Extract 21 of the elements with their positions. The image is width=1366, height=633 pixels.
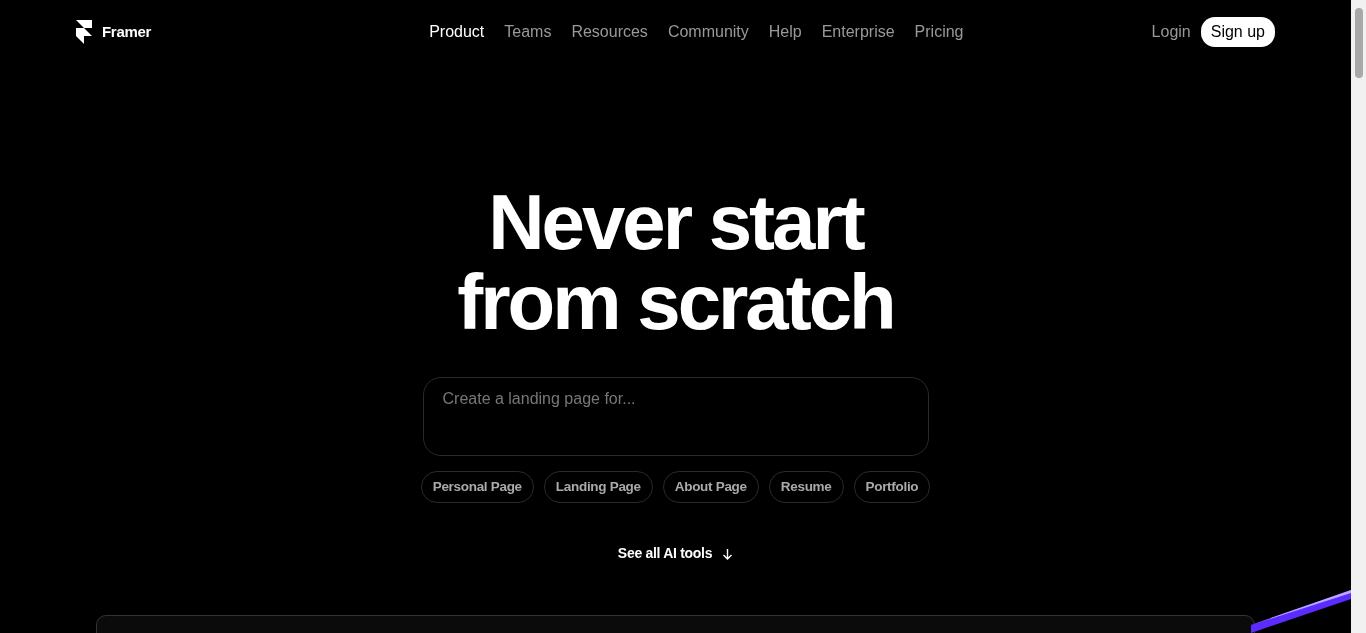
nav-link[interactable]: Resources <box>571 20 648 44</box>
arrow-down-icon <box>722 547 734 560</box>
nav-link[interactable]: Product <box>429 20 485 44</box>
nav-link[interactable]: Teams <box>504 20 552 44</box>
see-all-link[interactable]: See all AI tools <box>617 543 713 565</box>
brand-name[interactable]: Framer <box>102 20 152 44</box>
suggestion-chip[interactable]: Personal Page <box>420 471 534 504</box>
nav-link[interactable]: Community <box>667 20 749 44</box>
logo-icon[interactable] <box>76 20 92 44</box>
nav-link[interactable]: Enterprise <box>821 20 895 44</box>
hero-title: Never start from scratch <box>457 182 894 342</box>
nav-link[interactable]: Help <box>768 20 802 44</box>
login-link[interactable]: Login <box>1151 20 1191 44</box>
scrollbar[interactable] <box>1351 0 1366 633</box>
suggestion-chip[interactable]: Portfolio <box>853 471 931 504</box>
sign-up-button[interactable]: Sign up <box>1200 17 1275 47</box>
suggestion-chip[interactable]: Landing Page <box>543 471 653 504</box>
suggestion-chip[interactable]: Resume <box>768 471 844 504</box>
prompt-field[interactable]: Create a landing page for... <box>422 377 929 456</box>
nav-link[interactable]: Pricing <box>914 20 964 44</box>
suggestion-chip[interactable]: About Page <box>662 471 759 504</box>
